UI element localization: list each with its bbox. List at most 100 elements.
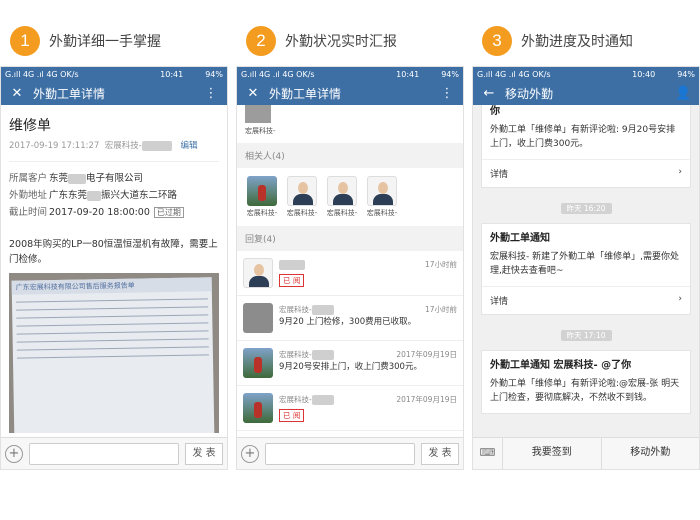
field-label: 截止时间 (9, 207, 48, 218)
send-button[interactable]: 发 表 (421, 442, 459, 465)
add-attachment-icon[interactable]: + (5, 444, 23, 463)
field-address: 外勤地址 广东东莞 振兴大道东二环路 (9, 187, 219, 204)
phone-screen-notifications: G.ıll 4G .ıl 4G OK/s 10:40 94% ← 移动外勤 👤 … (472, 66, 700, 470)
comment-input-bar: + 发 表 (237, 437, 463, 469)
document-line (16, 306, 209, 311)
close-icon[interactable]: ✕ (245, 86, 261, 101)
comment-input[interactable] (29, 442, 179, 465)
send-button[interactable]: 发 表 (185, 442, 223, 465)
field-value-part: 东莞 (49, 173, 69, 184)
document-line (16, 354, 209, 359)
step-number: 1 (10, 26, 40, 56)
phone-screen-report: G.ıll 4G .ıl 4G OK/s 10:41 94% ✕ 外勤工单详情 … (236, 66, 464, 470)
comment-input[interactable] (265, 442, 415, 465)
details-link[interactable]: 详情 › (482, 286, 690, 314)
avatar (243, 393, 273, 423)
document-line (16, 338, 209, 343)
reply-text: 9月20 上门检修，300费用已收取。 (279, 317, 417, 327)
app-bar: ← 移动外勤 👤 (473, 81, 699, 105)
edit-link[interactable]: 编辑 (180, 141, 197, 151)
battery-indicator: 94% (441, 69, 459, 79)
add-attachment-icon[interactable]: + (241, 444, 259, 463)
keyboard-icon[interactable]: ⌨ (473, 438, 503, 469)
signal-indicator: G.ıll 4G .ıl 4G OK/s (241, 69, 315, 79)
service-report-document: 广东宏展科技有限公司售后服务报告单 (11, 277, 215, 433)
notification-body: 宏展科技- 新建了外勤工单「维修单」,需要你处理,赶快去查看吧~ (490, 252, 679, 276)
attached-photo[interactable]: 广东宏展科技有限公司售后服务报告单 (9, 273, 219, 433)
status-bar: G.ıll 4G .ıl 4G OK/s 10:41 94% (1, 67, 227, 81)
field-value: 2017-09-20 18:00:00 已过期 (49, 204, 219, 221)
field-value: 广东东莞 振兴大道东二环路 (49, 187, 219, 204)
document-line (16, 322, 209, 327)
expired-badge: 已过期 (153, 207, 184, 218)
app-bar: ✕ 外勤工单详情 ⋮ (237, 81, 463, 105)
detail-content: 维修单 2017-09-19 17:11:27 宏展科技- 编辑 所属客户 东莞… (1, 105, 227, 437)
details-link[interactable]: 详情 › (482, 159, 690, 187)
signal-indicator: G.ıll 4G .ıl 4G OK/s (5, 69, 79, 79)
status-bar: G.ıll 4G .ıl 4G OK/s 10:41 94% (237, 67, 463, 81)
document-header: 广东宏展科技有限公司售后服务报告单 (11, 277, 212, 295)
avatar (287, 176, 317, 206)
step-label: 外勤详细一手掌握 (49, 34, 161, 50)
chevron-right-icon: › (678, 167, 682, 177)
read-stamp: 已 阅 (279, 274, 305, 287)
notification-card[interactable]: 外勤工单通知 宏展科技- 新建了外勤工单「维修单」,需要你处理,赶快去查看吧~ … (481, 223, 691, 315)
field-deadline: 截止时间 2017-09-20 18:00:00 已过期 (9, 204, 219, 221)
related-person[interactable]: 宏展科技- (243, 176, 281, 218)
related-people: 宏展科技- 宏展科技- 宏展科技- 宏展科技- (237, 168, 463, 226)
related-person[interactable]: 宏展科技- (323, 176, 361, 218)
reply-author: 宏展科技- (279, 303, 334, 316)
clock: 10:41 (160, 69, 184, 79)
person-name: 宏展科技- (326, 209, 358, 217)
app-bar-title: 外勤工单详情 (269, 86, 342, 101)
avatar (247, 176, 277, 206)
notification-title: 你 (490, 106, 500, 117)
details-label: 详情 (490, 170, 509, 180)
avatar (243, 348, 273, 378)
close-icon[interactable]: ✕ (9, 86, 25, 101)
more-menu-icon[interactable]: ⋮ (203, 86, 219, 101)
mobile-field-button[interactable]: 移动外勤 (602, 438, 700, 469)
app-bar-title: 外勤工单详情 (33, 86, 106, 101)
field-label: 所属客户 (9, 173, 48, 184)
field-value-part: 2017-09-20 18:00:00 (49, 207, 150, 218)
profile-icon[interactable]: 👤 (675, 86, 691, 101)
reply-author: 宏展科技- (279, 393, 334, 406)
step-label: 外勤进度及时通知 (521, 34, 633, 50)
redacted-name (87, 190, 102, 201)
reply-author (279, 258, 305, 271)
battery-indicator: 94% (677, 69, 695, 79)
battery-indicator: 94% (205, 69, 223, 79)
back-arrow-icon[interactable]: ← (481, 86, 497, 101)
app-bar: ✕ 外勤工单详情 ⋮ (1, 81, 227, 105)
field-value-part: 广东东莞 (49, 190, 88, 201)
avatar (243, 258, 273, 288)
clock: 10:40 (632, 69, 656, 79)
more-menu-icon[interactable]: ⋮ (439, 86, 455, 101)
details-label: 详情 (490, 297, 509, 307)
notification-list: 你 外勤工单「维修单」有新评论啦: 9月20号安排上门，收上门费300元。 详情… (473, 105, 699, 437)
feature-showcase: 1 外勤详细一手掌握 2 外勤状况实时汇报 3 外勤进度及时通知 G.ıll 4… (0, 0, 700, 520)
notification-card[interactable]: 你 外勤工单「维修单」有新评论啦: 9月20号安排上门，收上门费300元。 详情… (481, 105, 691, 188)
reply-header: 回复(4) (237, 226, 463, 251)
attachment-thumbnail[interactable] (245, 105, 271, 123)
status-bar: G.ıll 4G .ıl 4G OK/s 10:40 94% (473, 67, 699, 81)
time-divider: 昨天 17:10 (473, 323, 699, 342)
step-3: 3 外勤进度及时通知 (482, 26, 633, 56)
related-person[interactable]: 宏展科技- (283, 176, 321, 218)
person-name: 宏展科技- (366, 209, 398, 217)
reply-time: 2017年09月19日 (396, 395, 457, 404)
check-in-button[interactable]: 我要签到 (503, 438, 602, 469)
notification-card[interactable]: 外勤工单通知 宏展科技- @了你 外勤工单「维修单」有新评论啦:@宏展-张 明天… (481, 350, 691, 414)
notification-body: 外勤工单「维修单」有新评论啦: 9月20号安排上门，收上门费300元。 (490, 125, 676, 149)
step-label: 外勤状况实时汇报 (285, 34, 397, 50)
top-attachment (237, 105, 463, 125)
avatar (367, 176, 397, 206)
related-person[interactable]: 宏展科技- (363, 176, 401, 218)
time-label: 昨天 16:20 (560, 203, 612, 214)
person-name: 宏展科技- (286, 209, 318, 217)
reply-time: 17小时前 (424, 305, 457, 314)
field-value-part: 振兴大道东二环路 (101, 190, 178, 201)
reply-time: 2017年09月19日 (396, 350, 457, 359)
notification-title: 外勤工单通知 (490, 233, 550, 244)
